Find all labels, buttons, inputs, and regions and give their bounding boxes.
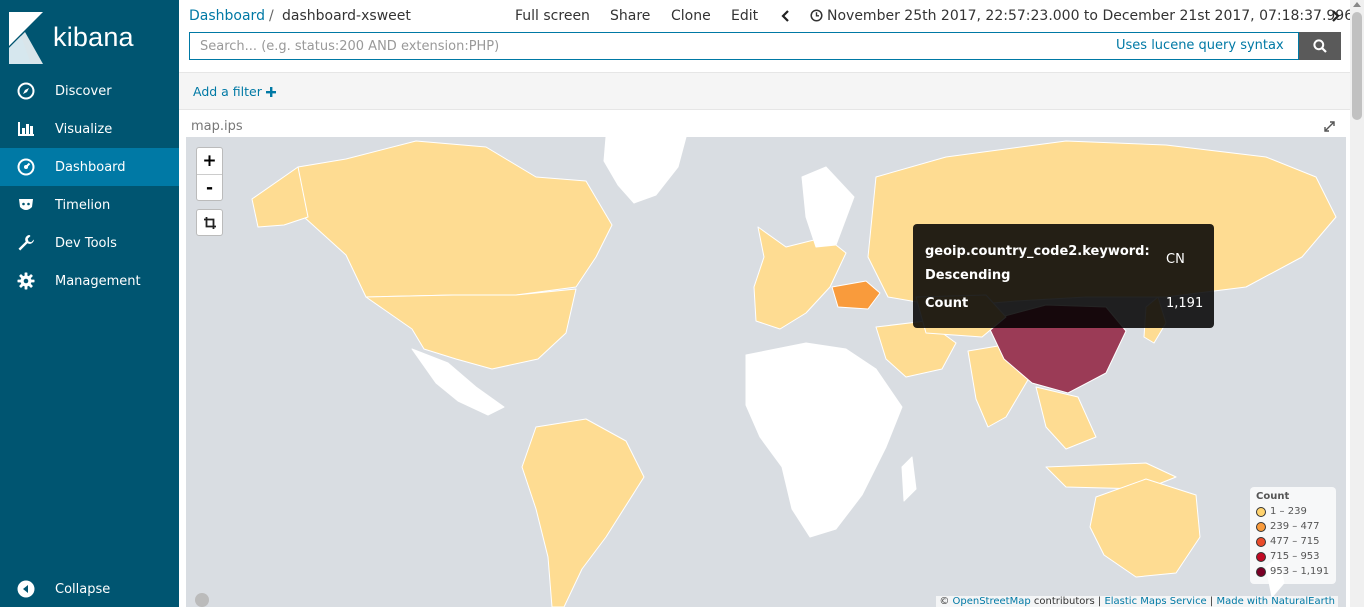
breadcrumb-current: dashboard-xsweet <box>282 8 411 24</box>
time-range-text: November 25th 2017, 22:57:23.000 to Dece… <box>827 8 1354 24</box>
ems-link[interactable]: Elastic Maps Service <box>1104 596 1206 607</box>
attribution-separator: | <box>1097 596 1102 607</box>
edit-button[interactable]: Edit <box>731 8 758 24</box>
legend-label: 1 – 239 <box>1270 506 1307 517</box>
zoom-in-button[interactable]: + <box>197 148 222 174</box>
lucene-syntax-link[interactable]: Uses lucene query syntax <box>1116 38 1284 53</box>
collapse-icon <box>16 579 36 599</box>
tooltip-value: CN <box>1166 252 1185 267</box>
wrench-icon <box>16 233 36 253</box>
top-bar: Dashboard / dashboard-xsweet Full screen… <box>179 0 1353 33</box>
legend-label: 715 – 953 <box>1270 551 1320 562</box>
zoom-control: + - <box>196 147 223 201</box>
sidebar-item-management[interactable]: Management <box>0 262 179 300</box>
sidebar-item-discover[interactable]: Discover <box>0 72 179 110</box>
legend-swatch <box>1256 521 1266 532</box>
crop-icon <box>203 216 216 229</box>
legend-item: 953 – 1,191 <box>1256 564 1330 579</box>
panel-title: map.ips <box>191 119 243 134</box>
naturalearth-link[interactable]: Made with NaturalEarth <box>1216 596 1335 607</box>
gear-icon <box>16 271 36 291</box>
osm-link[interactable]: OpenStreetMap <box>953 596 1031 607</box>
legend-swatch <box>1256 506 1266 517</box>
sidebar-item-label: Visualize <box>55 121 113 137</box>
legend-swatch <box>1256 536 1266 547</box>
tooltip-key: geoip.country_code2.keyword: Descending <box>925 244 1150 283</box>
tooltip-count-key: Count <box>925 296 969 311</box>
filter-bar: Add a filter <box>179 72 1350 110</box>
share-button[interactable]: Share <box>610 8 650 24</box>
search-bar: Uses lucene query syntax <box>189 32 1341 60</box>
region-map[interactable]: + - geoip.country_code2.keyword: Descend… <box>186 137 1346 607</box>
search-button[interactable] <box>1299 32 1341 60</box>
attribution-separator: | <box>1209 596 1214 607</box>
legend-label: 477 – 715 <box>1270 536 1320 547</box>
map-attribution: © OpenStreetMap contributors | Elastic M… <box>936 596 1338 607</box>
brand[interactable]: kibana <box>0 0 179 76</box>
breadcrumb-separator: / <box>269 8 274 24</box>
tooltip-count-value: 1,191 <box>1166 296 1204 311</box>
clock-icon <box>810 9 823 22</box>
collapse-label: Collapse <box>55 581 111 597</box>
visualization-panel: map.ips + - geoip.country_code2.keyword:… <box>183 110 1346 607</box>
dashboard-icon <box>16 157 36 177</box>
legend-item: 239 – 477 <box>1256 519 1330 534</box>
breadcrumb-dashboard[interactable]: Dashboard <box>189 8 265 24</box>
plus-icon <box>265 87 276 97</box>
legend-label: 953 – 1,191 <box>1270 566 1330 577</box>
copyright-symbol: © <box>939 596 950 607</box>
fit-bounds-button[interactable] <box>196 209 223 236</box>
map-legend: Count 1 – 239 239 – 477 477 – 715 715 – … <box>1250 487 1336 584</box>
contributors-text: contributors <box>1033 596 1095 607</box>
compass-icon <box>16 81 36 101</box>
page-scrollbar[interactable] <box>1350 0 1364 607</box>
add-filter-label: Add a filter <box>193 84 262 99</box>
brand-name: kibana <box>53 22 134 52</box>
legend-title: Count <box>1256 491 1290 502</box>
full-screen-button[interactable]: Full screen <box>515 8 590 24</box>
sidebar-collapse-button[interactable]: Collapse <box>0 570 179 607</box>
scroll-thumb[interactable] <box>1352 12 1362 120</box>
legend-swatch <box>1256 551 1266 562</box>
clone-button[interactable]: Clone <box>671 8 711 24</box>
scroll-up-arrow-icon[interactable] <box>1353 2 1361 7</box>
sidebar-item-dev-tools[interactable]: Dev Tools <box>0 224 179 262</box>
sidebar-item-label: Dashboard <box>55 159 126 175</box>
sidebar-item-timelion[interactable]: Timelion <box>0 186 179 224</box>
sidebar-item-label: Timelion <box>55 197 111 213</box>
sidebar-item-dashboard[interactable]: Dashboard <box>0 148 179 186</box>
sidebar-item-label: Discover <box>55 83 112 99</box>
map-tooltip: geoip.country_code2.keyword: Descending … <box>913 224 1214 328</box>
world-map <box>186 137 1346 607</box>
chevron-left-icon[interactable] <box>779 9 793 23</box>
sidebar: kibana Discover Visualize Dashboard Time… <box>0 0 179 607</box>
expand-icon[interactable] <box>1324 121 1335 132</box>
sidebar-item-label: Management <box>55 273 141 289</box>
timelion-icon <box>16 195 36 215</box>
legend-swatch <box>1256 566 1266 577</box>
sidebar-item-visualize[interactable]: Visualize <box>0 110 179 148</box>
legend-item: 477 – 715 <box>1256 534 1330 549</box>
zoom-out-button[interactable]: - <box>197 174 222 200</box>
chevron-right-icon[interactable] <box>1328 9 1342 23</box>
map-scroll-indicator <box>195 593 209 607</box>
legend-item: 715 – 953 <box>1256 549 1330 564</box>
search-icon <box>1313 39 1327 53</box>
kibana-logo-icon <box>9 12 43 64</box>
legend-item: 1 – 239 <box>1256 504 1330 519</box>
bar-chart-icon <box>16 119 36 139</box>
time-range-picker[interactable]: November 25th 2017, 22:57:23.000 to Dece… <box>810 8 1353 24</box>
legend-label: 239 – 477 <box>1270 521 1320 532</box>
add-filter-button[interactable]: Add a filter <box>193 84 276 99</box>
sidebar-item-label: Dev Tools <box>55 235 117 251</box>
